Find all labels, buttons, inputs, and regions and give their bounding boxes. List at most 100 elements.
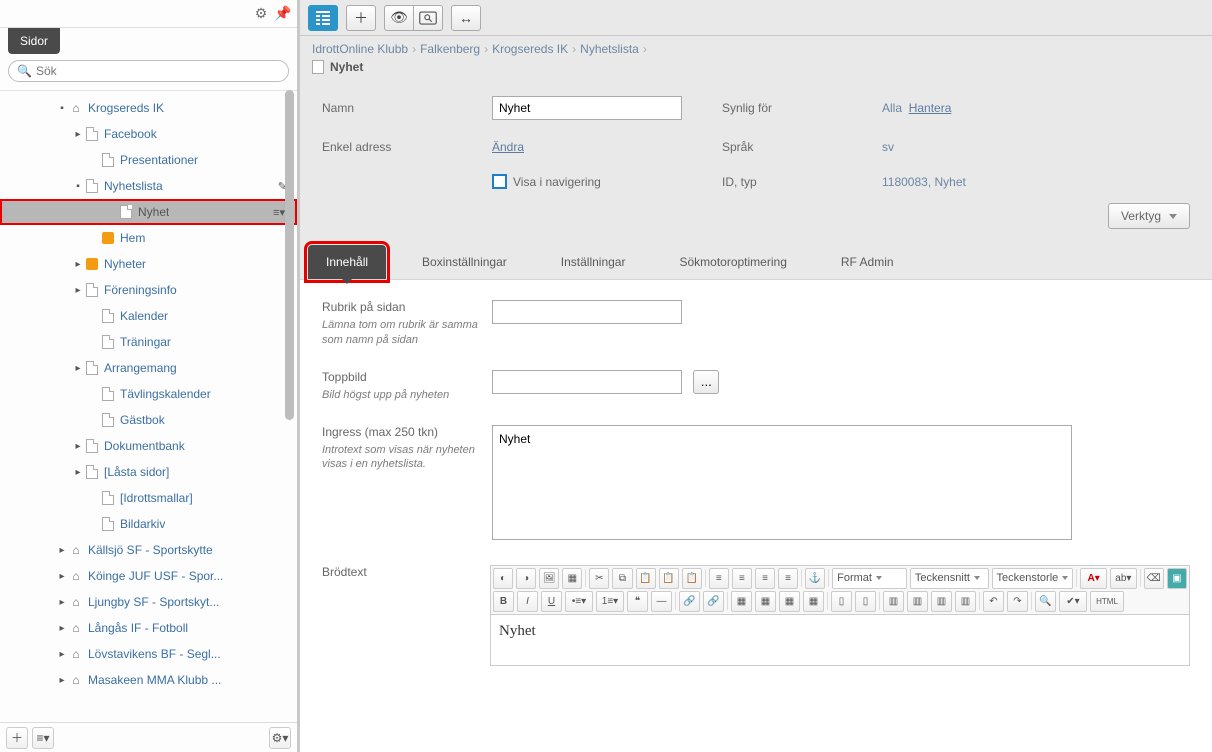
expand-icon[interactable]: ▸ [72, 441, 84, 452]
address-change-link[interactable]: Ändra [492, 140, 524, 154]
rt-hr-button[interactable]: ― [651, 591, 672, 612]
crumb-3[interactable]: Nyhetslista [580, 42, 639, 56]
rt-cell2-button[interactable]: ▯ [855, 591, 876, 612]
tab-boxsettings[interactable]: Boxinställningar [404, 245, 525, 279]
rt-font-select[interactable]: Teckensnitt [910, 568, 989, 589]
tree-item[interactable]: Träningar [0, 329, 297, 355]
sidebar-tab-pages[interactable]: Sidor [8, 28, 60, 54]
rt-btn-a2[interactable]: ◑ [516, 568, 536, 589]
rt-fullscreen-button[interactable]: ▣ [1167, 568, 1187, 589]
crumb-2[interactable]: Krogsereds IK [492, 42, 568, 56]
rt-col1-button[interactable]: ▥ [883, 591, 904, 612]
rt-paste-button[interactable]: 📋 [636, 568, 656, 589]
expand-icon[interactable]: ▸ [56, 545, 68, 556]
tree-item[interactable]: Tävlingskalender [0, 381, 297, 407]
tree-item[interactable]: ▸⌂Ljungby SF - Sportskyt... [0, 589, 297, 615]
rt-media-button[interactable]: ▦ [562, 568, 582, 589]
pin-icon[interactable]: 📌 [275, 6, 291, 22]
expand-icon[interactable]: ▸ [72, 259, 84, 270]
tree-menu-button[interactable]: ≡▾ [32, 727, 54, 749]
tab-seo[interactable]: Sökmotoroptimering [661, 245, 804, 279]
tree-item[interactable]: ▪⌂Krogsereds IK [0, 95, 297, 121]
rt-align-center[interactable]: ≡ [732, 568, 752, 589]
tree-item[interactable]: ▸⌂Långås IF - Fotboll [0, 615, 297, 641]
richtext-content[interactable]: Nyhet [491, 615, 1189, 665]
rt-size-select[interactable]: Teckenstorle [992, 568, 1074, 589]
tree-item[interactable]: ▸⌂Köinge JUF USF - Spor... [0, 563, 297, 589]
rt-bold-button[interactable]: B [493, 591, 514, 612]
tree-scrollthumb[interactable] [285, 90, 294, 420]
rt-anchor-button[interactable]: ⚓ [805, 568, 825, 589]
rt-copy-button[interactable]: ⧉ [612, 568, 632, 589]
toppbild-browse-button[interactable]: ... [693, 370, 719, 394]
tree-item[interactable]: ▸Nyheter [0, 251, 297, 277]
expand-icon[interactable]: ▸ [72, 285, 84, 296]
tree-item[interactable]: ▸⌂Lövstavikens BF - Segl... [0, 641, 297, 667]
collapse-icon[interactable]: ▪ [56, 103, 68, 114]
new-button[interactable]: ＋ [346, 5, 376, 31]
tree-item[interactable]: ▸Föreningsinfo [0, 277, 297, 303]
toppbild-input[interactable] [492, 370, 682, 394]
tree-item[interactable]: Bildarkiv [0, 511, 297, 537]
gear-icon[interactable]: ⚙ [253, 6, 269, 22]
tree-item[interactable]: Presentationer [0, 147, 297, 173]
rt-btn-a1[interactable]: ◐ [493, 568, 513, 589]
rt-table-button[interactable]: ▦ [731, 591, 752, 612]
rt-cut-button[interactable]: ✂ [589, 568, 609, 589]
rt-col3-button[interactable]: ▥ [931, 591, 952, 612]
rt-table4-button[interactable]: ▦ [803, 591, 824, 612]
expand-icon[interactable]: ▸ [72, 363, 84, 374]
rt-pasteword-button[interactable]: 📋 [682, 568, 702, 589]
manage-link[interactable]: Hantera [909, 101, 952, 115]
rubrik-input[interactable] [492, 300, 682, 324]
rt-align-justify[interactable]: ≡ [778, 568, 798, 589]
rt-spellcheck-button[interactable]: ✔▾ [1059, 591, 1087, 612]
rt-link-button[interactable]: 🔗 [679, 591, 700, 612]
rt-format-select[interactable]: Format [832, 568, 907, 589]
expand-icon[interactable]: ▸ [56, 623, 68, 634]
tree-item[interactable]: Kalender [0, 303, 297, 329]
tree-item[interactable]: ▸Dokumentbank [0, 433, 297, 459]
tree-item[interactable]: ▸[Låsta sidor] [0, 459, 297, 485]
expand-icon[interactable]: ▸ [72, 129, 84, 140]
rt-italic-button[interactable]: I [517, 591, 538, 612]
rt-underline-button[interactable]: U [541, 591, 562, 612]
rt-pastetext-button[interactable]: 📋 [659, 568, 679, 589]
expand-icon[interactable]: ▸ [72, 467, 84, 478]
context-menu-icon[interactable]: ≡▾ [273, 206, 285, 219]
expand-icon[interactable]: ▸ [56, 675, 68, 686]
rt-col4-button[interactable]: ▥ [955, 591, 976, 612]
sidebar-search[interactable]: 🔍 [8, 60, 289, 82]
crumb-0[interactable]: IdrottOnline Klubb [312, 42, 408, 56]
rt-clear-button[interactable]: ⌫ [1144, 568, 1164, 589]
footer-gear-button[interactable]: ⚙▾ [269, 727, 291, 749]
add-page-button[interactable]: ＋ [6, 727, 28, 749]
tree-toggle-button[interactable] [308, 5, 338, 31]
rt-ul-button[interactable]: •≡▾ [565, 591, 593, 612]
name-input[interactable] [492, 96, 682, 120]
tab-settings[interactable]: Inställningar [543, 245, 644, 279]
preview-button[interactable]: 👁 [384, 5, 414, 31]
tree-item[interactable]: ▪Nyhetslista✎ [0, 173, 297, 199]
rt-find-button[interactable]: 🔍 [1035, 591, 1056, 612]
tree-item[interactable]: ▸Arrangemang [0, 355, 297, 381]
tree-item[interactable]: Hem [0, 225, 297, 251]
rt-col2-button[interactable]: ▥ [907, 591, 928, 612]
rt-image-button[interactable]: 🖼 [539, 568, 559, 589]
compare-button[interactable]: ↔ [451, 5, 481, 31]
tree-item[interactable]: [Idrottsmallar] [0, 485, 297, 511]
rt-bgcolor-button[interactable]: ab▾ [1110, 568, 1137, 589]
tree-item[interactable]: ▸⌂Källsjö SF - Sportskytte [0, 537, 297, 563]
tab-rfadmin[interactable]: RF Admin [823, 245, 912, 279]
tree-item[interactable]: ▸⌂Masakeen MMA Klubb ... [0, 667, 297, 693]
rt-html-button[interactable]: HTML [1090, 591, 1124, 612]
rt-table2-button[interactable]: ▦ [755, 591, 776, 612]
tree-item[interactable]: Nyhet≡▾ [0, 199, 297, 225]
search-input[interactable] [36, 64, 280, 78]
tab-content[interactable]: Innehåll [308, 245, 386, 279]
tools-button[interactable]: Verktyg [1108, 203, 1190, 229]
expand-icon[interactable]: ▸ [56, 571, 68, 582]
expand-icon[interactable]: ▸ [56, 597, 68, 608]
rt-align-right[interactable]: ≡ [755, 568, 775, 589]
expand-icon[interactable]: ▸ [56, 649, 68, 660]
